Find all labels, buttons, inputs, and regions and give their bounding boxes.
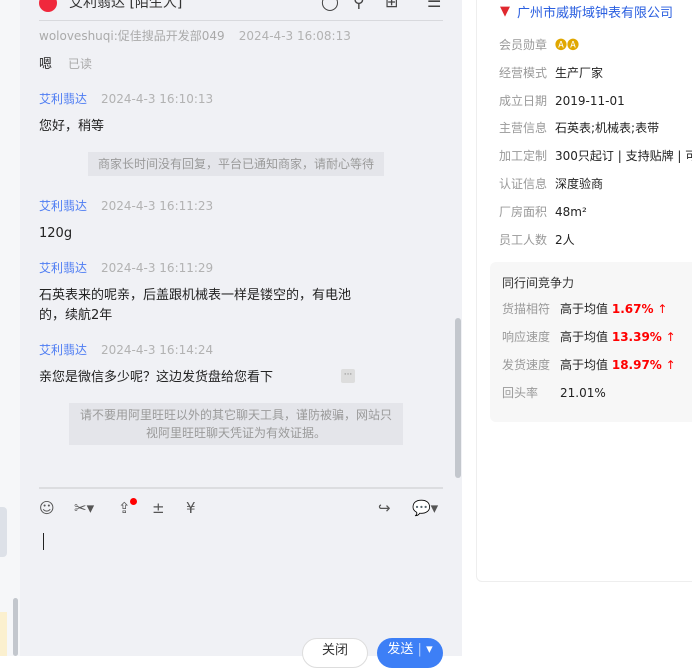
message-text: 亲您是微信多少呢？这边发货盘给您看下	[39, 370, 274, 385]
more-icon[interactable]: ···	[341, 369, 355, 383]
add-contact-icon[interactable]: ⚲	[353, 0, 365, 11]
arrow-up-icon: ↑	[657, 302, 668, 316]
info-row: 主营信息 石英表;机械表;表带	[499, 121, 660, 135]
stat-row: 回头率 21.01%	[502, 386, 606, 400]
message: 艾利翡达 2024-4-3 16:11:23 120g	[39, 197, 213, 244]
message-text: 您好，稍等	[39, 119, 105, 134]
conversation-item[interactable]	[0, 612, 7, 656]
contact-name: 艾利翡达 [陌生人]	[69, 0, 183, 11]
sidebar-scrollbar[interactable]	[13, 598, 18, 656]
message: 艾利翡达 2024-4-3 16:11:29 石英表来的呢亲，后盖跟机械表一样是镂…	[39, 259, 359, 326]
system-notice: 商家长时间没有回复，平台已通知商家，请耐心等待	[88, 152, 384, 176]
info-row: 会员勋章 🅐🅐	[499, 38, 580, 52]
timestamp: 2024-4-3 16:08:13	[238, 29, 351, 43]
stat-row: 响应速度 高于均值 13.39% ↑	[502, 330, 676, 344]
arrow-up-icon: ↑	[665, 330, 676, 344]
divider	[39, 487, 443, 489]
section-title: 同行间竞争力	[502, 276, 575, 290]
message-text: 嗯	[39, 57, 53, 72]
menu-icon[interactable]: ☰	[427, 0, 441, 11]
info-row: 厂房面积 48m²	[499, 205, 587, 219]
notification-dot	[130, 498, 137, 505]
message-text: 石英表来的呢亲，后盖跟机械表一样是镂空的，有电池的，续航2年	[39, 288, 352, 323]
share-icon[interactable]: ↪	[378, 499, 391, 517]
chat-panel: 艾利翡达 [陌生人] ◯ ⚲ ⊞ ☰ woloveshuqi:促佳搜品开发部04…	[20, 0, 462, 668]
avatar	[39, 0, 57, 12]
stat-row: 发货速度 高于均值 18.97% ↑	[502, 358, 676, 372]
chat-header: 艾利翡达 [陌生人] ◯ ⚲ ⊞ ☰	[39, 0, 443, 21]
timestamp: 2024-4-3 16:11:23	[101, 199, 214, 213]
price-icon[interactable]: ¥	[186, 499, 196, 517]
system-notice: 请不要用阿里旺旺以外的其它聊天工具，谨防被骗，网站只视阿里旺旺聊天凭证为有效证据…	[69, 403, 403, 445]
screenshot-scissors-icon[interactable]: ✂▾	[74, 499, 94, 517]
conversation-item[interactable]	[0, 507, 7, 557]
info-row: 加工定制 300只起订 | 支持贴牌 | 可	[499, 149, 692, 163]
message: woloveshuqi:促佳搜品开发部049 2024-4-3 16:08:13 …	[39, 27, 351, 75]
upload-file-icon[interactable]: ⇪	[118, 499, 131, 517]
sender-name[interactable]: 艾利翡达	[39, 199, 87, 213]
info-row: 成立日期 2019-11-01	[499, 94, 625, 108]
message: 艾利翡达 2024-4-3 16:14:24 亲您是微信多少呢？这边发货盘给您看下	[39, 341, 273, 388]
message: 艾利翡达 2024-4-3 16:10:13 您好，稍等	[39, 90, 213, 137]
company-logo-icon: ▼	[500, 4, 510, 19]
member-badge-icon: 🅐🅐	[555, 38, 580, 52]
company-name[interactable]: 广州市威斯域钟表有限公司	[517, 2, 673, 21]
message-text: 120g	[39, 226, 73, 241]
info-row: 认证信息 深度验商	[499, 177, 604, 191]
arrow-up-icon: ↑	[665, 358, 676, 372]
info-row: 经营模式 生产厂家	[499, 66, 604, 80]
send-label: 发送	[387, 642, 414, 657]
message-input[interactable]	[43, 533, 44, 550]
sender-name[interactable]: 艾利翡达	[39, 92, 87, 106]
timestamp: 2024-4-3 16:11:29	[101, 261, 214, 275]
sender-name[interactable]: 艾利翡达	[39, 261, 87, 275]
competitiveness-card: 同行间竞争力 货描相符 高于均值 1.67% ↑ 响应速度 高于均值 13.39% …	[490, 262, 692, 422]
left-sidebar-strip	[0, 0, 20, 656]
timestamp: 2024-4-3 16:10:13	[101, 92, 214, 106]
quick-reply-icon[interactable]: 💬▾	[412, 499, 438, 517]
timestamp: 2024-4-3 16:14:24	[101, 343, 214, 357]
calculator-icon[interactable]: ±	[152, 499, 165, 517]
read-status: 已读	[68, 57, 93, 71]
sender-name[interactable]: 艾利翡达	[39, 343, 87, 357]
close-button[interactable]: 关闭	[302, 638, 368, 668]
add-group-icon[interactable]: ⊞	[385, 0, 398, 11]
chat-scrollbar[interactable]	[455, 318, 461, 478]
history-icon[interactable]: ◯	[321, 0, 339, 11]
sender-name: woloveshuqi:促佳搜品开发部049	[39, 29, 225, 43]
stat-row: 货描相符 高于均值 1.67% ↑	[502, 302, 668, 316]
send-button[interactable]: 发送 | ▾	[377, 638, 443, 668]
emoji-icon[interactable]: ☺	[39, 499, 55, 517]
info-row: 员工人数 2人	[499, 233, 575, 247]
